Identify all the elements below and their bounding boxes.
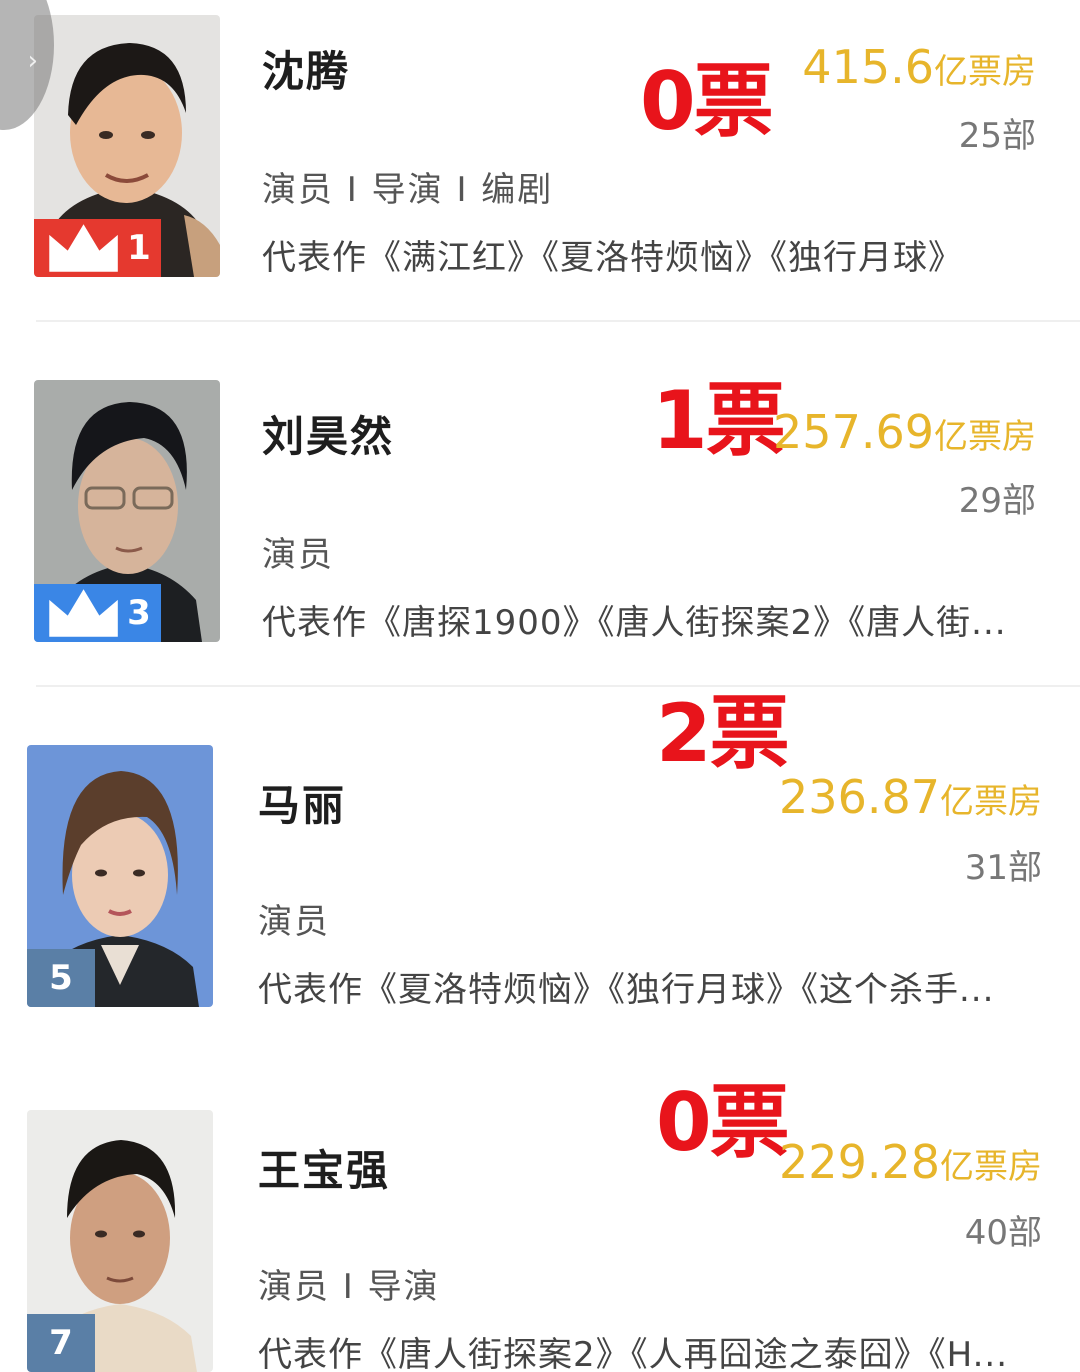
actor-roles: 演员 bbox=[258, 902, 330, 942]
box-office-value: 229.28 bbox=[779, 1135, 940, 1189]
film-count: 25部 bbox=[958, 116, 1036, 156]
actor-photo: 3 bbox=[34, 380, 220, 642]
actor-name[interactable]: 沈腾 bbox=[262, 38, 350, 99]
actor-row[interactable]: 7 王宝强 0票 229.28亿票房 40部 演员 I 导演 代表作《唐人街探案… bbox=[0, 1083, 1080, 1372]
actor-roles: 演员 I 导演 I 编剧 bbox=[262, 170, 554, 210]
rank-badge: 5 bbox=[27, 949, 95, 1007]
actor-photo: 1 bbox=[34, 15, 220, 277]
rank-badge: 1 bbox=[34, 219, 161, 277]
representative-works: 代表作《满江红》《夏洛特烦恼》《独行月球》 bbox=[262, 238, 963, 278]
film-count: 31部 bbox=[964, 848, 1042, 888]
actor-row[interactable]: 3 刘昊然 1票 257.69亿票房 29部 演员 代表作《唐探1900》《唐人… bbox=[0, 365, 1080, 705]
box-office: 415.6亿票房 bbox=[802, 44, 1036, 90]
vote-count: 0票 bbox=[640, 55, 774, 148]
representative-works: 代表作《唐人街探案2》《人再囧途之泰囧》《H... bbox=[258, 1335, 1009, 1372]
actor-name[interactable]: 刘昊然 bbox=[262, 403, 394, 464]
box-office: 229.28亿票房 bbox=[779, 1139, 1042, 1185]
representative-works: 代表作《夏洛特烦恼》《独行月球》《这个杀手... bbox=[258, 970, 995, 1010]
rank-badge: 3 bbox=[34, 584, 161, 642]
vote-count: 0票 bbox=[656, 1076, 790, 1169]
rank-badge: 7 bbox=[27, 1314, 95, 1372]
actor-roles: 演员 I 导演 bbox=[258, 1267, 440, 1307]
box-office-value: 415.6 bbox=[802, 40, 934, 94]
box-office: 257.69亿票房 bbox=[773, 409, 1036, 455]
box-office-unit: 亿票房 bbox=[934, 52, 1036, 92]
film-count: 40部 bbox=[964, 1213, 1042, 1253]
chevron-right-icon: › bbox=[27, 46, 38, 76]
box-office-unit: 亿票房 bbox=[934, 417, 1036, 457]
vote-count: 2票 bbox=[656, 687, 790, 780]
divider bbox=[36, 685, 1080, 687]
actor-roles: 演员 bbox=[262, 535, 334, 575]
vote-count: 1票 bbox=[652, 374, 786, 467]
actor-row[interactable]: 5 马丽 2票 236.87亿票房 31部 演员 代表作《夏洛特烦恼》《独行月球… bbox=[0, 694, 1080, 1070]
box-office-value: 257.69 bbox=[773, 405, 934, 459]
divider bbox=[36, 320, 1080, 322]
actor-photo: 7 bbox=[27, 1110, 213, 1372]
actor-row[interactable]: 1 沈腾 0票 415.6亿票房 25部 演员 I 导演 I 编剧 代表作《满江… bbox=[0, 0, 1080, 340]
box-office-value: 236.87 bbox=[779, 770, 940, 824]
actor-name[interactable]: 马丽 bbox=[258, 772, 346, 833]
box-office-unit: 亿票房 bbox=[940, 782, 1042, 822]
actor-name[interactable]: 王宝强 bbox=[258, 1137, 390, 1198]
box-office: 236.87亿票房 bbox=[779, 774, 1042, 820]
box-office-unit: 亿票房 bbox=[940, 1147, 1042, 1187]
crown-icon bbox=[49, 224, 118, 272]
crown-icon bbox=[49, 589, 118, 637]
film-count: 29部 bbox=[958, 481, 1036, 521]
representative-works: 代表作《唐探1900》《唐人街探案2》《唐人街... bbox=[262, 603, 1007, 643]
actor-photo: 5 bbox=[27, 745, 213, 1007]
